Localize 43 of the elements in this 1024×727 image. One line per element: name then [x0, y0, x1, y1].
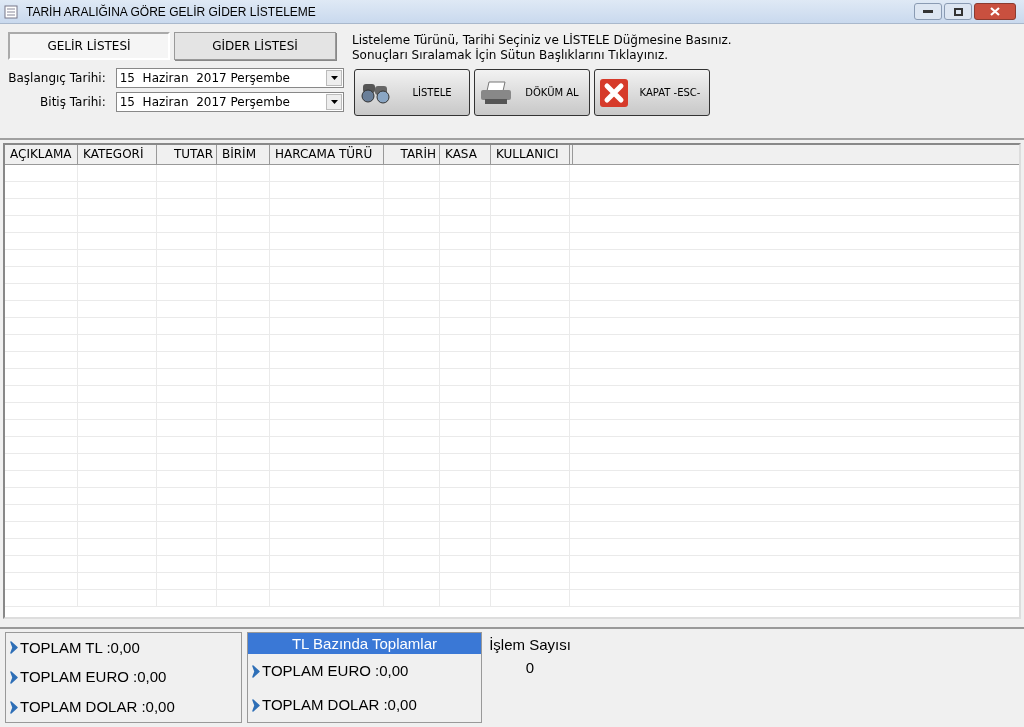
- count-label: İşlem Sayısı: [489, 635, 571, 655]
- column-header[interactable]: KASA: [440, 145, 491, 164]
- column-header[interactable]: KULLANICI: [491, 145, 570, 164]
- window-title: TARİH ARALIĞINA GÖRE GELİR GİDER LİSTELEME: [26, 3, 317, 21]
- dropdown-arrow-icon: [330, 76, 338, 80]
- list-tab[interactable]: GELİR LİSTESİ: [8, 32, 170, 60]
- action-button[interactable]: LİSTELE: [354, 69, 470, 116]
- chevron-icon: [10, 641, 19, 655]
- chevron-icon: [10, 700, 19, 714]
- chevron-icon: [10, 671, 19, 684]
- column-header[interactable]: KATEGORİ: [78, 145, 157, 164]
- column-header[interactable]: HARCAMA TÜRÜ: [270, 145, 384, 164]
- restore-button[interactable]: [944, 3, 972, 20]
- binoculars-icon: [359, 81, 393, 104]
- total-text: TOPLAM TL :0,00: [20, 637, 140, 658]
- instruction-text: Sonuçları Sıralamak İçin Sütun Başlıklarını Tıklayınız.: [352, 48, 670, 63]
- dropdown-arrow-icon: [330, 100, 338, 104]
- minimize-button[interactable]: [914, 3, 942, 20]
- column-header[interactable]: TARİH: [384, 145, 440, 164]
- total-text: TOPLAM EURO :0,00: [262, 660, 409, 681]
- panel-header: TL Bazında Toplamlar: [248, 633, 481, 654]
- total-text: TOPLAM EURO :0,00: [20, 667, 167, 688]
- total-text: TOPLAM DOLAR :0,00: [262, 694, 417, 715]
- column-header[interactable]: TUTAR: [157, 145, 217, 164]
- total-text: TOPLAM DOLAR :0,00: [20, 696, 175, 717]
- close-icon: [599, 77, 629, 108]
- date-picker[interactable]: 15 Haziran 2017 Perşembe: [115, 92, 344, 112]
- date-label: Başlangıç Tarihi:: [8, 70, 106, 87]
- chevron-icon: [252, 698, 261, 712]
- chevron-icon: [252, 664, 261, 678]
- column-header[interactable]: BİRİM: [217, 145, 270, 164]
- close-icon: [990, 7, 1000, 16]
- count-value: 0: [525, 657, 535, 678]
- close-button[interactable]: [974, 3, 1016, 20]
- action-button[interactable]: DÖKÜM AL: [474, 69, 590, 116]
- instruction-text: Listeleme Türünü, Tarihi Seçiniz ve LİSTELE Düğmesine Basınız.: [352, 33, 732, 48]
- action-button[interactable]: KAPAT -ESC-: [594, 69, 710, 116]
- date-label: Bitiş Tarihi:: [39, 94, 106, 111]
- app-icon: [4, 4, 18, 19]
- column-header[interactable]: AÇIKLAMA: [5, 145, 78, 164]
- date-picker[interactable]: 15 Haziran 2017 Perşembe: [115, 68, 344, 88]
- printer-icon: [479, 79, 513, 106]
- list-tab[interactable]: GİDER LİSTESİ: [174, 32, 336, 60]
